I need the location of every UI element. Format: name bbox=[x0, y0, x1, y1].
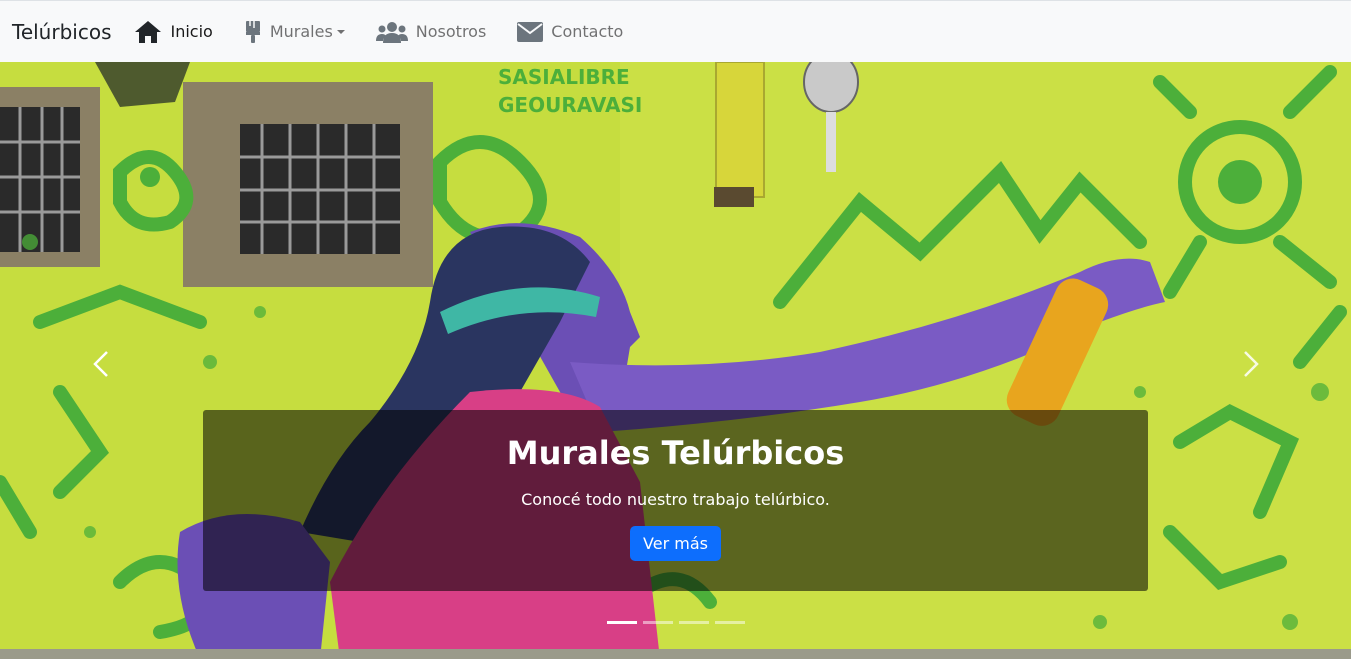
paint-brush-icon bbox=[245, 20, 260, 43]
nav-label-murales: Murales bbox=[269, 22, 333, 41]
users-icon bbox=[375, 21, 408, 43]
carousel-indicators bbox=[607, 621, 751, 624]
chevron-right-icon bbox=[1244, 351, 1259, 377]
carousel-indicator-3[interactable] bbox=[679, 621, 709, 624]
caption-text: Conocé todo nuestro trabajo telúrbico. bbox=[521, 490, 830, 509]
nav-item-inicio[interactable]: Inicio bbox=[134, 20, 213, 44]
nav-item-murales-dropdown[interactable]: Murales bbox=[244, 20, 345, 44]
carousel-next-button[interactable] bbox=[1230, 344, 1270, 384]
mural-text-2: GEOURAVASI bbox=[498, 93, 642, 117]
envelope-icon bbox=[517, 21, 544, 42]
carousel-caption: Murales Telúrbicos Conocé todo nuestro t… bbox=[203, 410, 1148, 591]
nav-item-contacto[interactable]: Contacto bbox=[517, 21, 624, 42]
nav-label-nosotros: Nosotros bbox=[415, 22, 487, 41]
caption-title: Murales Telúrbicos bbox=[506, 434, 845, 472]
mural-text-1: SASIALIBRE bbox=[498, 65, 630, 89]
hero-carousel: SASIALIBRE GEOURAVASI Murales Telúrbicos… bbox=[0, 62, 1351, 659]
caret-down-icon bbox=[336, 29, 345, 34]
carousel-indicator-2[interactable] bbox=[643, 621, 673, 624]
chevron-left-icon bbox=[93, 351, 108, 377]
nav-item-nosotros[interactable]: Nosotros bbox=[375, 21, 487, 43]
nav-label-contacto: Contacto bbox=[551, 22, 624, 41]
nav-label-inicio: Inicio bbox=[170, 22, 213, 41]
home-icon bbox=[135, 20, 162, 43]
carousel-indicator-1[interactable] bbox=[607, 621, 637, 624]
carousel-indicator-4[interactable] bbox=[715, 621, 745, 624]
carousel-prev-button[interactable] bbox=[82, 344, 122, 384]
brand-logo[interactable]: Telúrbicos bbox=[12, 20, 111, 44]
navbar: Telúrbicos Inicio Murales Nosotros Conta… bbox=[0, 0, 1351, 62]
ver-mas-button[interactable]: Ver más bbox=[630, 526, 721, 561]
